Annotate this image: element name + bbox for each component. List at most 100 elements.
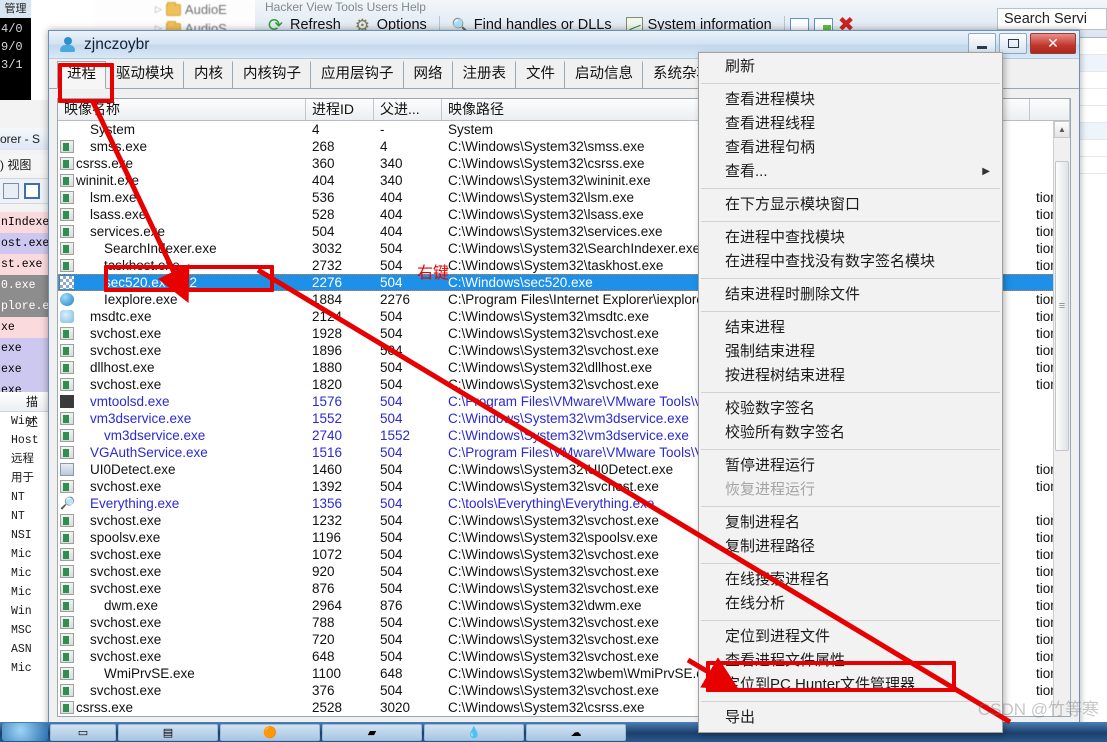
sys-icon [60,548,74,561]
cell-image-name: spoolsv.exe [58,529,306,546]
menu-item-0[interactable]: 刷新 [699,55,1002,79]
tab-5[interactable]: 网络 [404,61,453,88]
cell-image-name: svchost.exe [58,563,306,580]
cell-parent-pid: 504 [374,393,442,410]
menu-item-27[interactable]: 在线搜索进程名 [699,568,1002,592]
sys-icon [60,616,74,629]
menu-item-32[interactable]: 定位到PC Hunter文件管理器 [699,673,1002,697]
cell-pid: 876 [306,580,374,597]
list-item: st.exe [0,254,48,275]
menu-separator [701,563,1000,564]
tab-6[interactable]: 注册表 [453,61,517,88]
start-button[interactable] [2,723,48,741]
menu-separator [701,701,1000,702]
scrollbar-thumb[interactable] [1055,161,1069,451]
tree-item: ▷ AudioE [95,0,259,19]
tab-3[interactable]: 内核钩子 [233,61,311,88]
process-name: sec520.exe *32 [76,274,197,291]
tab-8[interactable]: 启动信息 [565,61,643,88]
cell-parent-pid: 504 [374,682,442,699]
menu-item-24[interactable]: 复制进程名 [699,511,1002,535]
menu-item-21[interactable]: 暂停进程运行 [699,454,1002,478]
sys-icon [60,531,74,544]
process-context-menu[interactable]: 刷新查看进程模块查看进程线程查看进程句柄查看...▶ 在下方显示模块窗口在进程中查… [698,52,1003,733]
menu-item-19[interactable]: 校验所有数字签名 [699,421,1002,445]
menu-separator [701,449,1000,450]
tab-0[interactable]: 进程 [57,61,106,89]
menu-item-label: 在线分析 [725,595,785,612]
background-explorer-title: orer - S [0,128,48,150]
menu-item-7[interactable]: 在下方显示模块窗口 [699,193,1002,217]
menu-item-5[interactable]: 查看...▶ [699,160,1002,184]
cell-image-name: svchost.exe [58,342,306,359]
tab-2[interactable]: 内核 [184,61,233,88]
menu-item-4[interactable]: 查看进程句柄 [699,136,1002,160]
process-name: svchost.exe [76,325,161,342]
menu-item-label: 查看进程模块 [725,91,815,108]
tab-1[interactable]: 驱动模块 [106,61,184,88]
scroll-up-button[interactable]: ▲ [1054,121,1070,138]
minimize-button[interactable] [968,33,996,54]
process-name: System [76,121,135,138]
cell-parent-pid: 1552 [374,427,442,444]
cell-pid: 2276 [306,274,374,291]
cell-parent-pid: 504 [374,546,442,563]
menu-item-18[interactable]: 校验数字签名 [699,397,1002,421]
column-header-2[interactable]: 父进... [374,99,442,120]
menu-item-label: 复制进程路径 [725,538,815,555]
sys-icon [60,344,74,357]
cell-pid: 1516 [306,444,374,461]
tab-label: 内核钩子 [243,66,301,82]
menu-item-16[interactable]: 按进程树结束进程 [699,364,1002,388]
taskbar-item[interactable]: ▤ [118,724,218,741]
menu-item-31[interactable]: 查看进程文件属性 [699,649,1002,673]
taskbar-item[interactable]: ▰ [322,724,422,741]
cell-pid: 4 [306,121,374,138]
taskbar-item[interactable]: ▭ [50,724,116,741]
column-header-0[interactable]: 映像名称 [58,99,306,120]
menu-separator [701,311,1000,312]
cell-pid: 1072 [306,546,374,563]
cell-parent-pid: 504 [374,444,442,461]
list-item: plore.e [0,296,48,317]
process-name: dllhost.exe [76,359,155,376]
menu-item-25[interactable]: 复制进程路径 [699,535,1002,559]
tab-4[interactable]: 应用层钩子 [311,61,404,88]
list-item: Host [0,431,48,450]
menu-item-3[interactable]: 查看进程线程 [699,112,1002,136]
window-title: zjnczoybr [84,36,149,54]
menu-item-28[interactable]: 在线分析 [699,592,1002,616]
taskbar-item[interactable]: 💧 [424,724,524,741]
cell-parent-pid: 504 [374,614,442,631]
vertical-scrollbar[interactable]: ▲ [1053,121,1070,716]
search-services-input[interactable]: Search Servi [997,8,1107,30]
console-line: 3/1 [1,56,30,74]
maximize-button[interactable] [999,33,1027,54]
menu-item-15[interactable]: 强制结束进程 [699,340,1002,364]
menu-item-2[interactable]: 查看进程模块 [699,88,1002,112]
cell-parent-pid: 4 [374,138,442,155]
tab-7[interactable]: 文件 [516,61,565,88]
none-icon [60,123,74,136]
taskbar-item[interactable]: 🟠 [220,724,320,741]
sys-icon [60,327,74,340]
menu-item-14[interactable]: 结束进程 [699,316,1002,340]
taskbar-item[interactable]: ☁ [526,724,626,741]
menu-item-34[interactable]: 导出 [699,706,1002,730]
column-header-1[interactable]: 进程ID [306,99,374,120]
list-item: Mic [0,545,48,564]
cell-pid: 536 [306,189,374,206]
cell-image-name: wininit.exe [58,172,306,189]
menu-item-10[interactable]: 在进程中查找没有数字签名模块 [699,250,1002,274]
process-name: Everything.exe [76,495,179,512]
menu-item-30[interactable]: 定位到进程文件 [699,625,1002,649]
cell-pid: 404 [306,172,374,189]
close-button[interactable]: ✕ [1030,33,1076,54]
sys-icon [60,599,74,612]
menu-item-9[interactable]: 在进程中查找模块 [699,226,1002,250]
chevron-right-icon: ▷ [155,4,162,15]
sys-icon [60,191,74,204]
folder-icon [166,4,181,16]
column-header-4[interactable] [1030,99,1070,120]
menu-item-12[interactable]: 结束进程时删除文件 [699,283,1002,307]
